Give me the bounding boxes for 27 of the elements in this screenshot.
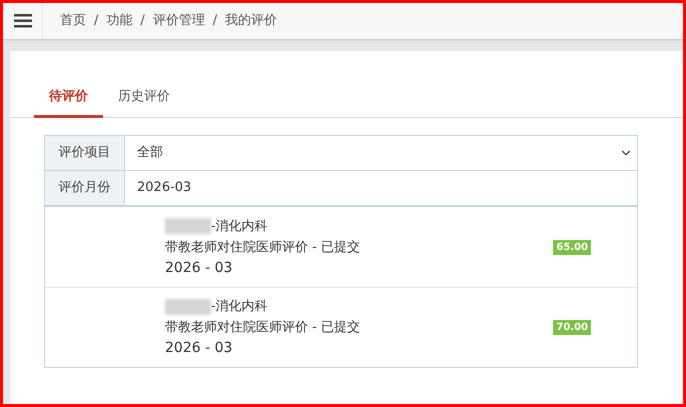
redacted-block <box>165 218 211 234</box>
evaluation-item[interactable]: -消化内科 带教老师对住院医师评价 - 已提交 2026 - 03 70.00 <box>45 287 637 367</box>
select-field[interactable]: 全部 <box>125 136 637 170</box>
evaluation-title: 带教老师对住院医师评价 - 已提交 <box>165 319 360 337</box>
breadcrumb-item[interactable]: 评价管理 <box>152 11 205 31</box>
breadcrumb-item: 我的评价 <box>225 12 278 30</box>
menu-icon[interactable] <box>14 14 32 28</box>
score-badge: 65.00 <box>553 240 591 254</box>
breadcrumb-item[interactable]: 功能 <box>106 11 132 31</box>
breadcrumb-separator: / <box>212 12 218 30</box>
breadcrumb-separator: / <box>94 12 98 30</box>
evaluation-month: 2026 - 03 <box>165 258 234 278</box>
filter-label: 评价项目 <box>45 136 125 170</box>
evaluation-month: 2026 - 03 <box>165 339 234 358</box>
evaluation-item[interactable]: -消化内科 带教老师对住院医师评价 - 已提交 2026 - 03 65.00 <box>45 207 637 287</box>
breadcrumb-separator: / <box>140 12 145 30</box>
tab[interactable]: 待评价 <box>34 79 103 118</box>
department-text: -消化内科 <box>211 298 268 316</box>
tab[interactable]: 历史评价 <box>103 79 185 118</box>
department-text: -消化内科 <box>211 218 268 236</box>
input-field[interactable]: 2026-03 <box>125 171 637 205</box>
score-badge: 70.00 <box>553 320 591 335</box>
filter-label: 评价月份 <box>45 171 125 205</box>
breadcrumb-item[interactable]: 首页 <box>60 11 86 31</box>
evaluation-title: 带教老师对住院医师评价 - 已提交 <box>165 238 360 256</box>
redacted-block <box>165 298 211 314</box>
select-value: 全部 <box>137 144 163 162</box>
